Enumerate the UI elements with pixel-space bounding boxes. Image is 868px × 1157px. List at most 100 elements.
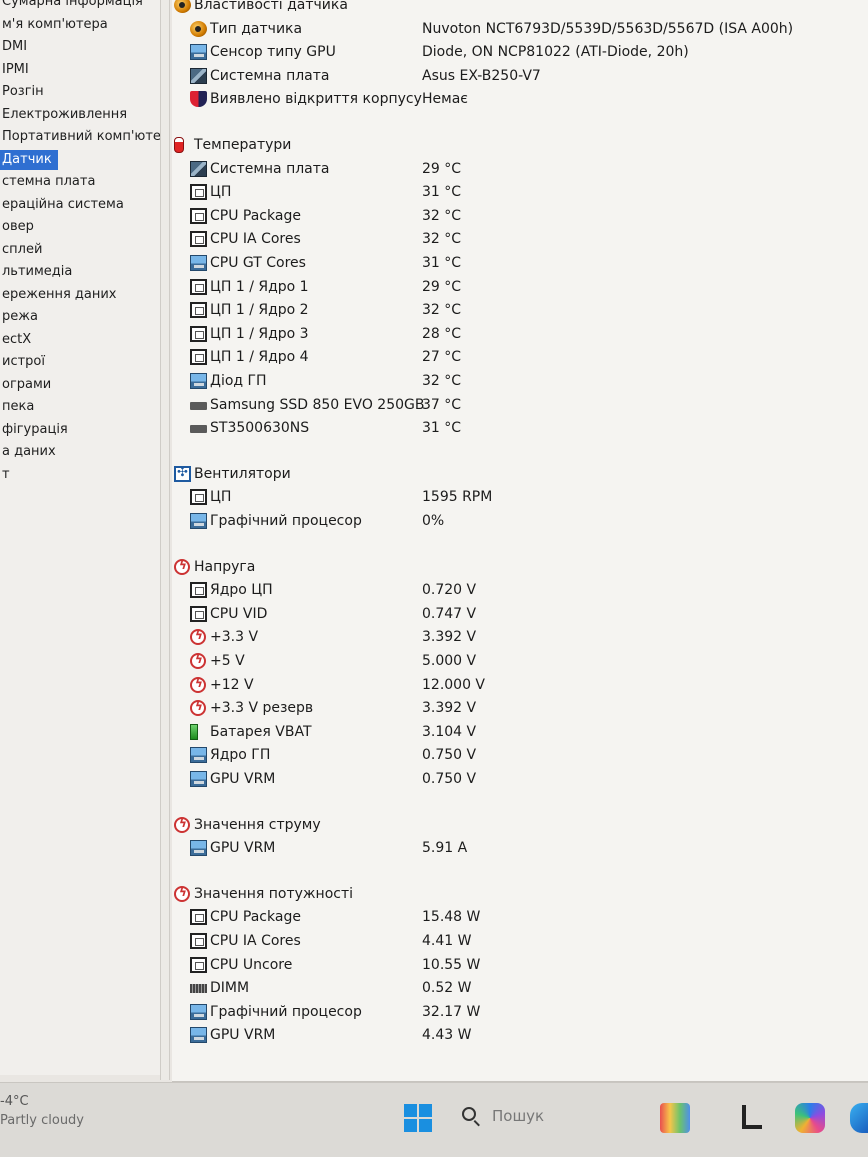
sensor-name: DIMM [210, 980, 250, 997]
fan-icon [174, 465, 191, 482]
sensor-row[interactable]: CPU IA Cores 32 °C [172, 228, 868, 250]
widgets-icon[interactable] [738, 1103, 768, 1133]
sensor-row[interactable]: Samsung SSD 850 EVO 250GB 37 °C [172, 394, 868, 416]
pane-splitter[interactable] [160, 0, 170, 1080]
sensor-row[interactable]: ЦП 1 / Ядро 3 28 °C [172, 323, 868, 345]
sensor-row[interactable]: Ядро ЦП 0.720 V [172, 579, 868, 601]
edge-icon[interactable] [850, 1103, 868, 1133]
sensor-row[interactable]: Батарея VBAT 3.104 V [172, 721, 868, 743]
sidebar-item[interactable]: сплей [0, 240, 46, 260]
sensor-row[interactable]: ЦП 1 / Ядро 2 32 °C [172, 299, 868, 321]
sensor-name: +12 V [210, 676, 254, 693]
sensor-group-header[interactable]: Температури [172, 134, 868, 156]
sidebar-item[interactable]: ectX [0, 330, 35, 350]
sidebar-item[interactable]: фігурація [0, 420, 72, 440]
sensor-row[interactable]: GPU VRM 4.43 W [172, 1024, 868, 1046]
cpu-icon [190, 489, 207, 506]
sensor-name: +5 V [210, 653, 245, 669]
sidebar-item[interactable]: овер [0, 217, 38, 237]
sensor-row[interactable]: ЦП 1 / Ядро 4 27 °C [172, 346, 868, 368]
sensor-name: CPU Uncore [210, 956, 293, 973]
gpu-icon [190, 771, 207, 787]
weather-temperature[interactable]: -4°C [0, 1094, 29, 1109]
sensor-name: Діод ГП [210, 373, 267, 389]
sensor-name: Сенсор типу GPU [210, 44, 336, 61]
sidebar-item[interactable]: Датчик [0, 149, 58, 170]
voltage-icon [174, 885, 190, 902]
sensor-row[interactable]: ST3500630NS 31 °C [172, 417, 868, 439]
sensor-row[interactable]: +3.3 V резерв 3.392 V [172, 697, 868, 719]
sidebar-item[interactable]: DMI [0, 37, 31, 57]
sensor-group-header[interactable]: Вентилятори [172, 463, 868, 485]
sensor-value: 31 °C [422, 420, 462, 437]
voltage-icon [190, 628, 206, 646]
voltage-icon [190, 652, 206, 669]
sidebar-item[interactable]: Сумарна інформація [0, 0, 147, 12]
gpu-icon [190, 840, 207, 857]
navigation-tree[interactable]: Сумарна інформація м'я комп'ютера DMI IPMI Р… [0, 0, 160, 1075]
sidebar-item[interactable]: ограми [0, 375, 55, 395]
sensor-row[interactable]: Графічний процесор 0% [172, 510, 868, 532]
sidebar-item[interactable]: режа [0, 307, 42, 327]
windows-start-icon[interactable] [404, 1104, 432, 1132]
sensor-row[interactable]: CPU Uncore 10.55 W [172, 954, 868, 976]
sensor-row[interactable]: Виявлено відкриття корпусу Немає [172, 88, 868, 110]
sensor-row[interactable]: CPU IA Cores 4.41 W [172, 930, 868, 952]
sensor-row[interactable]: GPU VRM 5.91 A [172, 837, 868, 859]
sensor-row[interactable]: Діод ГП 32 °C [172, 370, 868, 392]
taskbar-search[interactable]: Пошук [460, 1103, 640, 1133]
sidebar-item[interactable]: а даних [0, 442, 60, 462]
sensor-row[interactable]: ЦП 1595 RPM [172, 486, 868, 508]
sensor-name: ST3500630NS [210, 420, 310, 437]
sidebar-item[interactable]: Електроживлення [0, 105, 131, 125]
sensor-row[interactable]: Ядро ГП 0.750 V [172, 744, 868, 766]
sidebar-item[interactable]: IPMI [0, 60, 33, 80]
sidebar-item[interactable]: ераційна система [0, 195, 128, 215]
sensor-name: GPU VRM [210, 840, 276, 857]
sensor-row[interactable]: ЦП 31 °C [172, 181, 868, 203]
sidebar-item[interactable]: стемна плата [0, 172, 99, 192]
sensor-row[interactable]: DIMM 0.52 W [172, 977, 868, 999]
sensor-group-header[interactable]: Властивості датчика [172, 0, 868, 16]
sensor-row[interactable]: CPU VID 0.747 V [172, 603, 868, 625]
sensor-group-header[interactable]: Напруга [172, 556, 868, 578]
sensor-row[interactable]: CPU Package 32 °C [172, 205, 868, 227]
sensor-row[interactable]: Графічний процесор 32.17 W [172, 1001, 868, 1023]
sensor-value: 32.17 W [422, 1003, 481, 1020]
sidebar-item[interactable]: м'я комп'ютера [0, 15, 112, 35]
sensor-row[interactable]: Системна плата Asus EX-B250-V7 [172, 65, 868, 87]
sensor-row[interactable]: CPU Package 15.48 W [172, 906, 868, 928]
sidebar-item[interactable]: ереження даних [0, 285, 121, 305]
sensor-group-header[interactable]: Значення струму [172, 814, 868, 836]
gpu-icon [190, 1027, 207, 1044]
sensor-name: Графічний процесор [210, 513, 362, 529]
ram-icon [190, 984, 207, 994]
sidebar-item[interactable]: т [0, 465, 14, 485]
sensor-row[interactable]: Сенсор типу GPU Diode, ON NCP81022 (ATI-D… [172, 41, 868, 63]
sensor-value: 27 °C [422, 349, 462, 366]
sidebar-item[interactable]: льтимедіа [0, 262, 76, 282]
sensor-value: 15.48 W [422, 909, 481, 926]
sensor-row[interactable]: Тип датчика Nuvoton NCT6793D/5539D/5563D/… [172, 18, 868, 40]
sensor-row[interactable]: +3.3 V 3.392 V [172, 626, 868, 648]
sensor-group-header[interactable]: Значення потужності [172, 883, 868, 905]
sensor-row[interactable]: ЦП 1 / Ядро 1 29 °C [172, 276, 868, 298]
sensor-value: 5.91 A [422, 840, 468, 857]
sensor-row[interactable]: CPU GT Cores 31 °C [172, 252, 868, 274]
copilot-icon[interactable] [795, 1103, 825, 1133]
sensor-row[interactable]: Системна плата 29 °C [172, 158, 868, 180]
sidebar-item[interactable]: Розгін [0, 82, 48, 102]
sensor-name: Батарея VBAT [210, 723, 312, 740]
sensor-value: 4.41 W [422, 933, 472, 949]
sidebar-item[interactable]: Портативний комп'юте [0, 127, 160, 147]
sensor-row[interactable]: +12 V 12.000 V [172, 674, 868, 696]
gallery-icon[interactable] [660, 1103, 690, 1133]
motherboard-icon [190, 67, 207, 84]
sidebar-item[interactable]: пека [0, 397, 38, 417]
weather-description[interactable]: Partly cloudy [0, 1113, 84, 1128]
sensor-name: CPU Package [210, 909, 301, 926]
sensor-row[interactable]: +5 V 5.000 V [172, 650, 868, 672]
sensor-row[interactable]: GPU VRM 0.750 V [172, 768, 868, 790]
sidebar-item[interactable]: истрої [0, 352, 49, 372]
sensor-name: CPU Package [210, 207, 301, 224]
